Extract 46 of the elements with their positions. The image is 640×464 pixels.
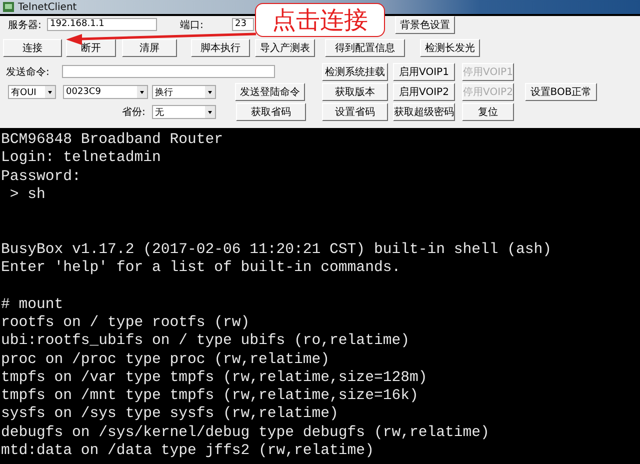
toolbar-button[interactable]: 脚本执行 (191, 38, 250, 56)
input-field[interactable] (62, 65, 275, 78)
terminal-line: # mount (1, 296, 64, 314)
terminal-line: Login: telnetadmin (1, 149, 162, 168)
input-field[interactable]: 192.168.1.1 (47, 18, 157, 31)
toolbar-button[interactable]: 连接 (3, 38, 62, 56)
toolbar-button[interactable]: 清屏 (122, 38, 177, 56)
toolbar-button[interactable]: 获取省码 (236, 103, 306, 121)
field-label: 省份: (122, 106, 146, 119)
toolbar-button[interactable]: 检测长发光 (420, 38, 480, 56)
window-title: TelnetClient (18, 2, 77, 12)
toolbar-button[interactable]: 背景色设置 (395, 16, 455, 34)
toolbar-button[interactable]: 复位 (462, 103, 514, 121)
toolbar-button[interactable]: 导入产测表 (255, 38, 315, 56)
terminal-line: Password: (1, 168, 82, 186)
select-field[interactable]: 有OUI (8, 85, 56, 99)
terminal-line: proc on /proc type proc (rw,relatime) (1, 350, 331, 369)
toolbar-button[interactable]: 设置省码 (322, 103, 388, 121)
terminal-line: ubi:rootfs_ubifs on / type ubifs (ro,relatime) (1, 332, 410, 351)
toolbar-button[interactable]: 发送登陆命令 (235, 83, 305, 101)
terminal-line: rootfs on / type rootfs (rw) (1, 314, 251, 332)
field-label: 发送命令: (6, 66, 50, 78)
input-field[interactable]: 23 (232, 18, 254, 31)
field-label: 服务器: (8, 18, 42, 32)
terminal-line: BCM96848 Broadband Router (1, 131, 224, 150)
toolbar-button[interactable]: 获取版本 (322, 83, 388, 101)
terminal-line: tmpfs on /var type tmpfs (rw,relatime,size=128m) (1, 368, 428, 388)
field-label: 端口: (180, 18, 204, 32)
terminal-line: tmpfs on /mnt type tmpfs (rw,relatime,size=16k) (1, 387, 420, 406)
select-field[interactable]: 换行 (152, 85, 216, 99)
terminal-line: sysfs on /sys type sysfs (rw,relatime) (1, 405, 340, 424)
terminal-line: BusyBox v1.17.2 (2017-02-06 11:20:21 CST) built-in shell (ash) (1, 240, 553, 260)
terminal-line: mtd:data on /data type jffs2 (rw,relatime) (1, 442, 375, 460)
toolbar-button[interactable]: 检测系统挂载 (322, 62, 388, 80)
app-icon (3, 2, 14, 12)
toolbar-button[interactable]: 获取超级密码 (393, 103, 455, 121)
terminal-line: > sh (8, 186, 46, 204)
select-field[interactable]: 0023C9 (63, 85, 148, 99)
callout-note: 点击连接 (255, 3, 385, 37)
terminal-line: debugfs on /sys/kernel/debug type debugfs (rw,relatime) (1, 424, 490, 442)
terminal-line: Enter 'help' for a list of built-in commands. (1, 259, 402, 278)
toolbar-button[interactable]: 启用VOIP1 (393, 62, 455, 80)
toolbar-button[interactable]: 设置BOB正常 (525, 83, 597, 101)
toolbar-button[interactable]: 启用VOIP2 (393, 83, 455, 101)
select-field[interactable]: 无 (152, 105, 216, 119)
toolbar-button[interactable]: 得到配置信息 (325, 38, 405, 56)
